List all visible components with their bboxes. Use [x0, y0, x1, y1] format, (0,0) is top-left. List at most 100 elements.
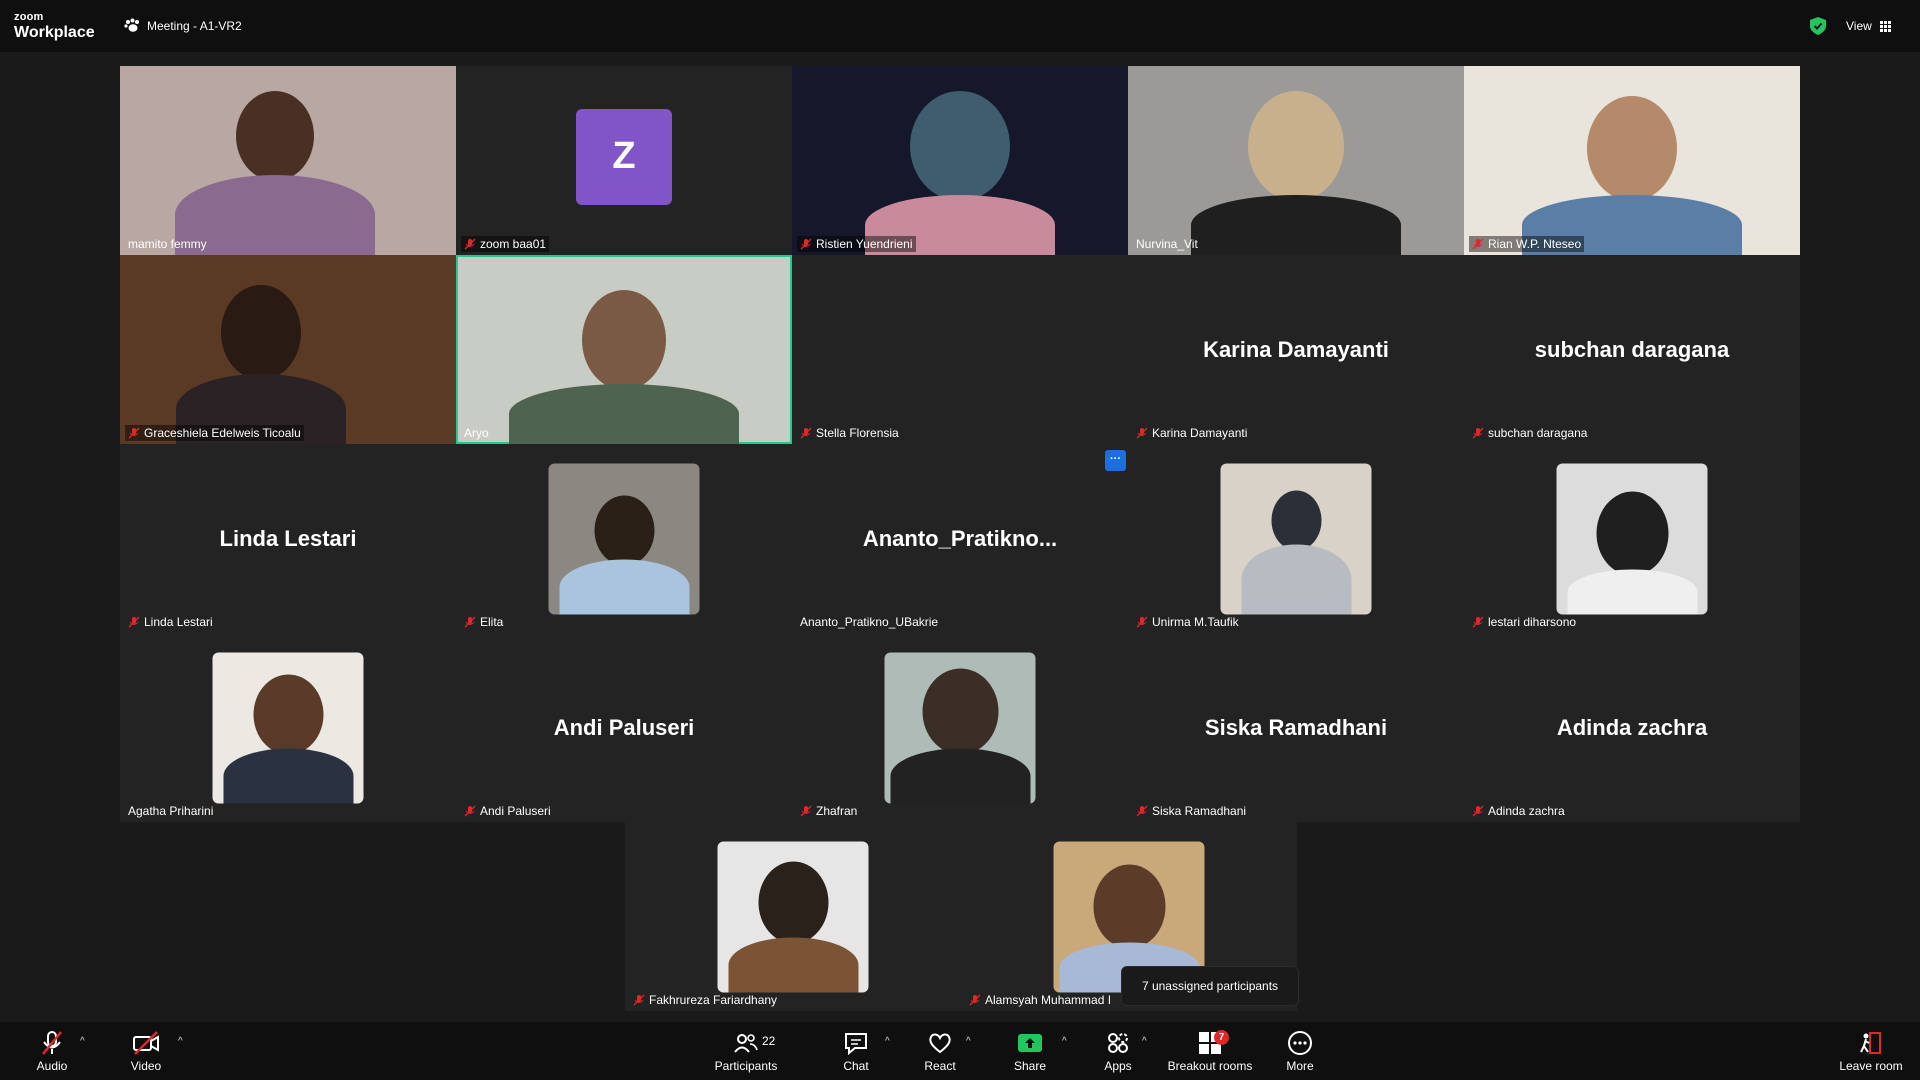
mic-muted-icon	[128, 616, 140, 628]
participant-tile[interactable]: Elita	[456, 444, 792, 633]
breakout-rooms-button[interactable]: Breakout rooms	[1165, 1030, 1255, 1073]
participant-profile-photo	[717, 841, 869, 992]
audio-options-caret[interactable]: ^	[80, 1036, 85, 1047]
apps-button[interactable]: Apps	[1100, 1030, 1136, 1073]
participant-name-tag: Zhafran	[797, 803, 860, 819]
participant-name-tag: Agatha Priharini	[128, 804, 214, 818]
react-options-caret[interactable]: ^	[966, 1036, 971, 1047]
participant-name-tag: Fakhrureza Fariardhany	[630, 992, 780, 1008]
participant-name-tag: Andi Paluseri	[461, 803, 554, 819]
participant-tile[interactable]: Adinda zachra Adinda zachra	[1464, 633, 1800, 822]
share-options-caret[interactable]: ^	[1062, 1036, 1067, 1047]
encryption-shield-icon[interactable]	[1810, 17, 1826, 35]
meeting-title: Meeting - A1-VR2	[147, 18, 242, 33]
participant-avatar: Z	[576, 108, 672, 205]
participant-tile[interactable]: Rian W.P. Nteseo	[1464, 66, 1800, 255]
mic-muted-icon	[800, 805, 812, 817]
more-icon	[1288, 1031, 1312, 1055]
top-bar: zoom Workplace Meeting - A1-VR2 View	[0, 0, 1920, 52]
apps-icon	[1108, 1033, 1128, 1053]
mic-muted-icon	[800, 427, 812, 439]
video-gallery: mamito femmy Z zoom baa01 Ristien Yuendr…	[120, 66, 1800, 822]
participant-display-name: Linda Lestari	[219, 525, 357, 551]
meeting-info[interactable]: Meeting - A1-VR2	[124, 18, 242, 33]
paw-icon	[124, 18, 139, 32]
participant-video	[509, 290, 739, 444]
apps-options-caret[interactable]: ^	[1142, 1036, 1147, 1047]
react-button[interactable]: React	[922, 1030, 958, 1073]
participant-tile[interactable]: Graceshiela Edelweis Ticoalu	[120, 255, 456, 444]
participant-profile-photo	[1556, 463, 1708, 614]
mic-muted-icon	[1472, 427, 1484, 439]
participant-tile[interactable]: Unirma M.Taufik	[1128, 444, 1464, 633]
tile-more-options-button[interactable]: ···	[1105, 450, 1126, 471]
participant-name-tag: Unirma M.Taufik	[1133, 614, 1242, 630]
more-button[interactable]: More	[1282, 1030, 1318, 1073]
participant-tile-active-speaker[interactable]: Aryo	[456, 255, 792, 444]
mic-muted-icon	[128, 427, 140, 439]
participant-name-tag: lestari diharsono	[1469, 614, 1579, 630]
participant-name-tag: Ristien Yuendrieni	[797, 236, 916, 252]
participant-name-tag: Ananto_Pratikno_UBakrie	[800, 615, 939, 629]
participant-profile-photo	[548, 463, 700, 614]
participant-tile[interactable]: Zhafran	[792, 633, 1128, 822]
heart-icon	[929, 1033, 951, 1054]
participant-name-tag: zoom baa01	[461, 236, 550, 252]
breakout-notification-badge: 7	[1214, 1030, 1229, 1045]
participant-tile[interactable]: Andi Paluseri Andi Paluseri	[456, 633, 792, 822]
participant-display-name: Adinda zachra	[1556, 714, 1708, 740]
zoom-logo: zoom Workplace	[14, 12, 95, 41]
participant-tile[interactable]: Karina Damayanti Karina Damayanti	[1128, 255, 1464, 444]
participant-display-name: subchan daragana	[1534, 336, 1730, 362]
participant-tile[interactable]: Linda Lestari Linda Lestari	[120, 444, 456, 633]
participant-tile[interactable]: Fakhrureza Fariardhany	[625, 822, 961, 1011]
mic-muted-icon	[969, 994, 981, 1006]
video-options-caret[interactable]: ^	[178, 1036, 183, 1047]
mic-muted-icon	[464, 616, 476, 628]
participant-display-name: Siska Ramadhani	[1204, 714, 1388, 740]
participant-tile[interactable]: Stella Florensia	[792, 255, 1128, 444]
video-button[interactable]: Video	[128, 1030, 164, 1073]
mic-muted-icon	[1472, 238, 1484, 250]
participant-name-tag: subchan daragana	[1469, 425, 1590, 441]
mic-muted-icon	[42, 1031, 62, 1055]
participant-display-name: Karina Damayanti	[1203, 336, 1389, 362]
participant-profile-photo	[1220, 463, 1372, 614]
participant-video	[174, 91, 375, 255]
participant-tile[interactable]: lestari diharsono	[1464, 444, 1800, 633]
participant-name-tag: mamito femmy	[128, 237, 207, 251]
participant-name-tag: Siska Ramadhani	[1133, 803, 1249, 819]
participant-name-tag: Nurvina_Vit	[1136, 237, 1198, 251]
participant-video	[1191, 91, 1401, 255]
participant-tile[interactable]: Nurvina_Vit	[1128, 66, 1464, 255]
participant-tile[interactable]: Ananto_Pratikno... Ananto_Pratikno_UBakr…	[792, 444, 1128, 633]
participant-tile[interactable]: Siska Ramadhani Siska Ramadhani	[1128, 633, 1464, 822]
participant-name-tag: Elita	[461, 614, 506, 630]
mic-muted-icon	[633, 994, 645, 1006]
participant-tile[interactable]: Ristien Yuendrieni	[792, 66, 1128, 255]
participant-name-tag: Karina Damayanti	[1133, 425, 1250, 441]
share-button[interactable]: Share	[1012, 1030, 1048, 1073]
view-button[interactable]: View	[1846, 19, 1891, 33]
mic-muted-icon	[1136, 805, 1148, 817]
logo-big-text: Workplace	[14, 24, 95, 41]
mic-muted-icon	[1472, 616, 1484, 628]
unassigned-participants-tooltip: 7 unassigned participants	[1121, 966, 1299, 1006]
participant-tile[interactable]: mamito femmy	[120, 66, 456, 255]
view-label: View	[1846, 19, 1872, 33]
audio-button[interactable]: Audio	[34, 1030, 70, 1073]
participant-tile[interactable]: subchan daragana subchan daragana	[1464, 255, 1800, 444]
leave-room-button[interactable]: Leave room	[1838, 1030, 1904, 1073]
chat-options-caret[interactable]: ^	[885, 1036, 890, 1047]
chat-icon	[845, 1033, 867, 1056]
chat-button[interactable]: Chat	[838, 1030, 874, 1073]
leave-room-icon	[1860, 1032, 1881, 1054]
participant-name-tag: Graceshiela Edelweis Ticoalu	[125, 425, 304, 441]
participant-name-tag: Linda Lestari	[125, 614, 216, 630]
participant-tile[interactable]: Z zoom baa01	[456, 66, 792, 255]
mic-muted-icon	[1472, 805, 1484, 817]
participant-name-tag: Aryo	[464, 426, 489, 440]
share-screen-icon	[1018, 1034, 1042, 1052]
participant-tile[interactable]: Agatha Priharini	[120, 633, 456, 822]
participant-name-tag: Rian W.P. Nteseo	[1469, 236, 1585, 252]
